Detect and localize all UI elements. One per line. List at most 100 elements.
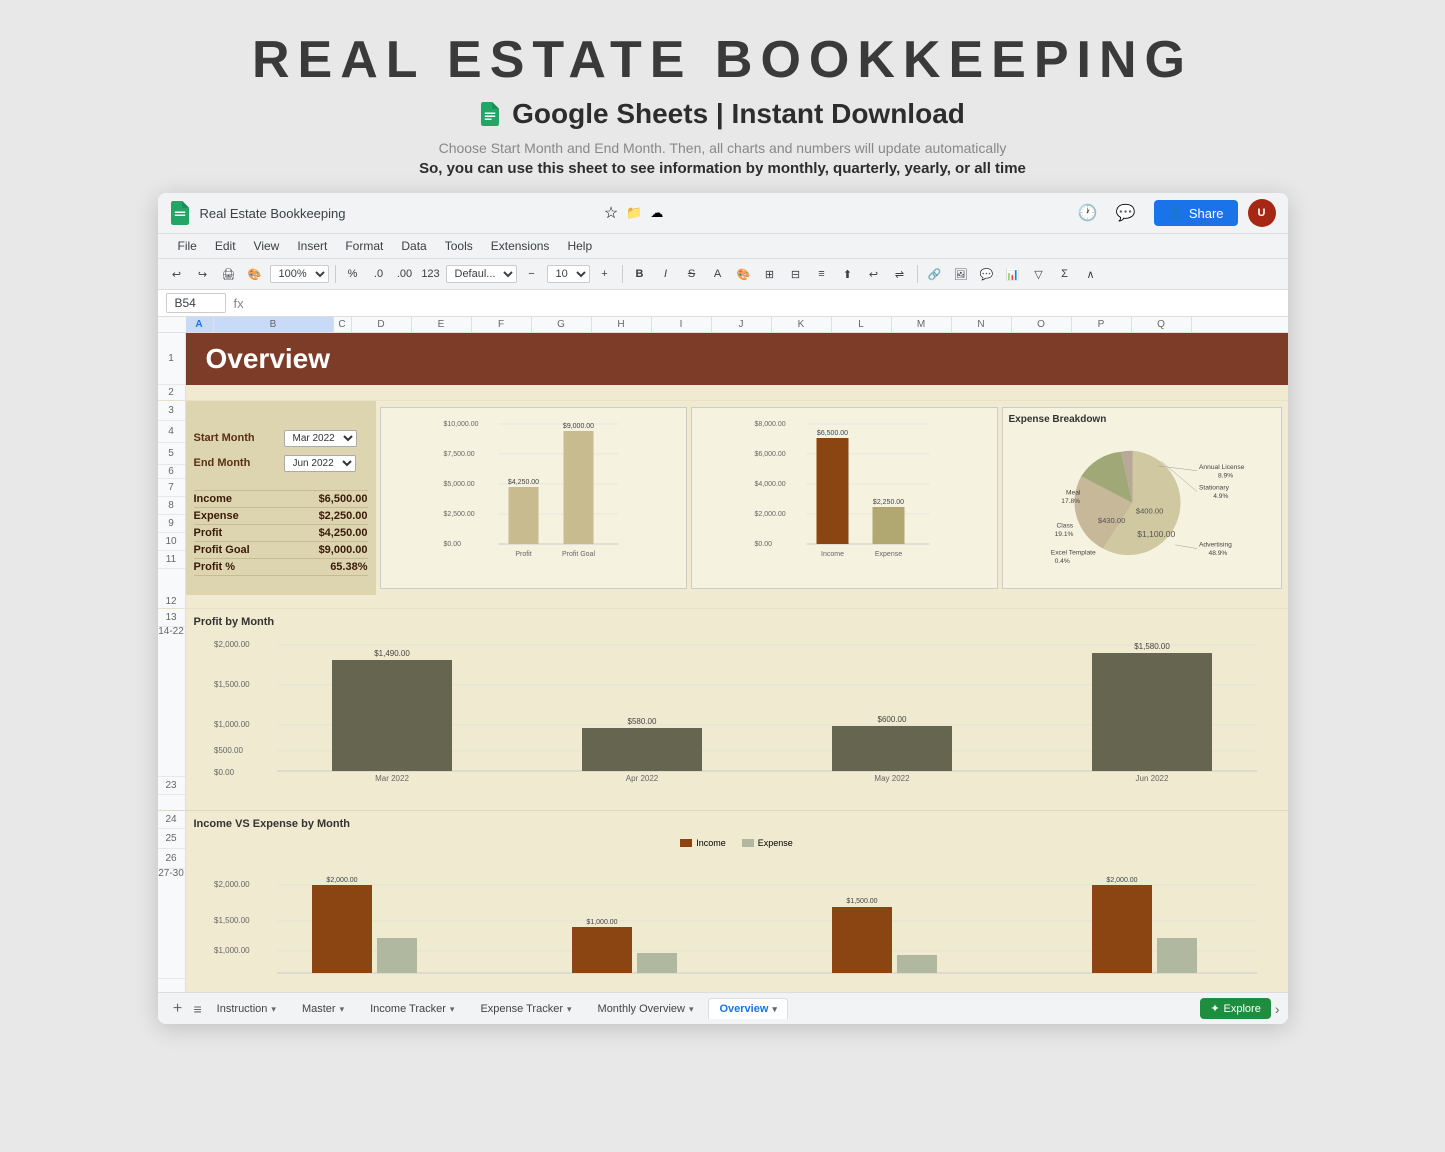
nav-right-arrow[interactable]: › xyxy=(1275,1001,1280,1017)
image-button[interactable]: 🖼 xyxy=(950,263,972,285)
svg-text:May 2022: May 2022 xyxy=(874,774,910,783)
tab-monthly-overview[interactable]: Monthly Overview ▾ xyxy=(587,998,705,1019)
svg-text:19.1%: 19.1% xyxy=(1054,531,1073,538)
overview-title: Overview xyxy=(206,343,331,375)
text-color-button[interactable]: A xyxy=(707,263,729,285)
row-numbers: 3 4 5 6 7 8 9 10 11 xyxy=(158,401,186,595)
share-icon: 👤 xyxy=(1168,205,1184,221)
menu-file[interactable]: File xyxy=(170,236,205,256)
valign-button[interactable]: ⬆ xyxy=(837,263,859,285)
redo-button[interactable]: ↪ xyxy=(192,263,214,285)
format-123[interactable]: 123 xyxy=(420,263,442,285)
add-tab-button[interactable]: + xyxy=(166,997,190,1021)
menu-data[interactable]: Data xyxy=(393,236,434,256)
link-button[interactable]: 🔗 xyxy=(924,263,946,285)
percent-button[interactable]: % xyxy=(342,263,364,285)
doc-title: Real Estate Bookkeeping xyxy=(200,206,594,221)
start-month-select[interactable]: Mar 2022 xyxy=(284,430,357,447)
svg-text:$400.00: $400.00 xyxy=(1135,506,1162,515)
strikethrough-button[interactable]: S xyxy=(681,263,703,285)
income-expense-chart-svg: $8,000.00 $6,000.00 $4,000.00 $2,000.00 … xyxy=(698,414,991,562)
tab-expense-tracker-arrow: ▾ xyxy=(567,1004,572,1015)
svg-text:$1,500.00: $1,500.00 xyxy=(214,680,250,689)
star-icon[interactable]: ☆ xyxy=(604,203,618,223)
column-headers: A B C D E F G H I J K L M N O P Q xyxy=(158,317,1288,333)
format-button-2[interactable]: .00 xyxy=(394,263,416,285)
history-icon[interactable]: 🕐 xyxy=(1078,203,1098,223)
menu-help[interactable]: Help xyxy=(559,236,600,256)
svg-text:Advertising: Advertising xyxy=(1199,542,1232,549)
cloud-icon[interactable]: ☁ xyxy=(650,205,663,221)
chart-button[interactable]: 📊 xyxy=(1002,263,1024,285)
stat-profit-goal: Profit Goal $9,000.00 xyxy=(194,542,368,559)
wrap-button[interactable]: ↩ xyxy=(863,263,885,285)
row-2: 2 xyxy=(158,385,186,400)
svg-text:Mar 2022: Mar 2022 xyxy=(375,774,409,783)
menu-format[interactable]: Format xyxy=(337,236,391,256)
menu-view[interactable]: View xyxy=(246,236,288,256)
chart-legend: Income Expense xyxy=(194,833,1280,853)
borders-button[interactable]: ⊞ xyxy=(759,263,781,285)
svg-text:8.9%: 8.9% xyxy=(1218,472,1233,479)
tab-master[interactable]: Master ▾ xyxy=(291,998,355,1019)
end-month-select[interactable]: Jun 2022 xyxy=(284,455,356,472)
svg-text:$10,000.00: $10,000.00 xyxy=(443,421,478,428)
sum-button[interactable]: Σ xyxy=(1054,263,1076,285)
sheet-tabs: + ≡ Instruction ▾ Master ▾ Income Tracke… xyxy=(158,992,1288,1024)
print-button[interactable]: 🖨 xyxy=(218,263,240,285)
start-month-label: Start Month xyxy=(194,432,284,444)
profit-by-month-section: 13 14-22 23 Profit by Month $2,000.00 $1… xyxy=(158,609,1288,810)
menu-tools[interactable]: Tools xyxy=(437,236,481,256)
zoom-select[interactable]: 100% xyxy=(270,265,329,283)
svg-text:4.9%: 4.9% xyxy=(1213,493,1228,500)
format-button[interactable]: .0 xyxy=(368,263,390,285)
svg-text:Jun 2022: Jun 2022 xyxy=(1135,774,1168,783)
svg-text:Profit Goal: Profit Goal xyxy=(561,551,595,558)
svg-text:$1,000.00: $1,000.00 xyxy=(586,919,617,926)
svg-text:$1,500.00: $1,500.00 xyxy=(214,916,250,925)
svg-text:$8,000.00: $8,000.00 xyxy=(754,421,785,428)
folder-icon[interactable]: 📁 xyxy=(626,205,642,221)
tab-income-tracker[interactable]: Income Tracker ▾ xyxy=(359,998,465,1019)
cell-reference[interactable]: B54 xyxy=(166,293,226,313)
divider-2 xyxy=(622,265,623,283)
menu-insert[interactable]: Insert xyxy=(289,236,335,256)
tab-expense-tracker[interactable]: Expense Tracker ▾ xyxy=(469,998,582,1019)
svg-text:$4,000.00: $4,000.00 xyxy=(754,481,785,488)
share-button[interactable]: 👤 Share xyxy=(1154,200,1238,226)
menu-extensions[interactable]: Extensions xyxy=(483,236,558,256)
tab-instruction[interactable]: Instruction ▾ xyxy=(206,998,287,1019)
stat-profit-pct: Profit % 65.38% xyxy=(194,559,368,576)
formula-bar: B54 fx xyxy=(158,290,1288,317)
svg-text:$580.00: $580.00 xyxy=(627,717,656,726)
expand-button[interactable]: ∧ xyxy=(1080,263,1102,285)
sheets-logo xyxy=(480,102,500,126)
tab-overview[interactable]: Overview ▾ xyxy=(708,998,787,1019)
comment-button[interactable]: 💬 xyxy=(976,263,998,285)
bold-button[interactable]: B xyxy=(629,263,651,285)
filter-button[interactable]: ▽ xyxy=(1028,263,1050,285)
undo-button[interactable]: ↩ xyxy=(166,263,188,285)
plus-button[interactable]: + xyxy=(594,263,616,285)
fill-color-button[interactable]: 🎨 xyxy=(733,263,755,285)
menu-edit[interactable]: Edit xyxy=(207,236,244,256)
minus-button[interactable]: − xyxy=(521,263,543,285)
paint-format-button[interactable]: 🎨 xyxy=(244,263,266,285)
comment-icon[interactable]: 💬 xyxy=(1116,203,1136,223)
rtl-button[interactable]: ⇌ xyxy=(889,263,911,285)
font-select[interactable]: Defaul... xyxy=(446,265,517,283)
svg-text:$500.00: $500.00 xyxy=(214,746,243,755)
svg-text:$0.00: $0.00 xyxy=(214,768,235,777)
menu-bar: File Edit View Insert Format Data Tools … xyxy=(158,234,1288,259)
merge-button[interactable]: ⊟ xyxy=(785,263,807,285)
svg-text:$2,000.00: $2,000.00 xyxy=(754,511,785,518)
svg-text:$2,000.00: $2,000.00 xyxy=(214,640,250,649)
tab-expense-tracker-label: Expense Tracker xyxy=(480,1003,563,1015)
explore-button[interactable]: ✦ Explore xyxy=(1200,998,1271,1019)
tab-menu-button[interactable]: ≡ xyxy=(194,1001,202,1017)
tab-income-tracker-arrow: ▾ xyxy=(450,1004,455,1015)
italic-button[interactable]: I xyxy=(655,263,677,285)
top-bar-icons: ☆ 📁 ☁ xyxy=(604,203,664,223)
font-size-select[interactable]: 10 xyxy=(547,265,590,283)
align-button[interactable]: ≡ xyxy=(811,263,833,285)
